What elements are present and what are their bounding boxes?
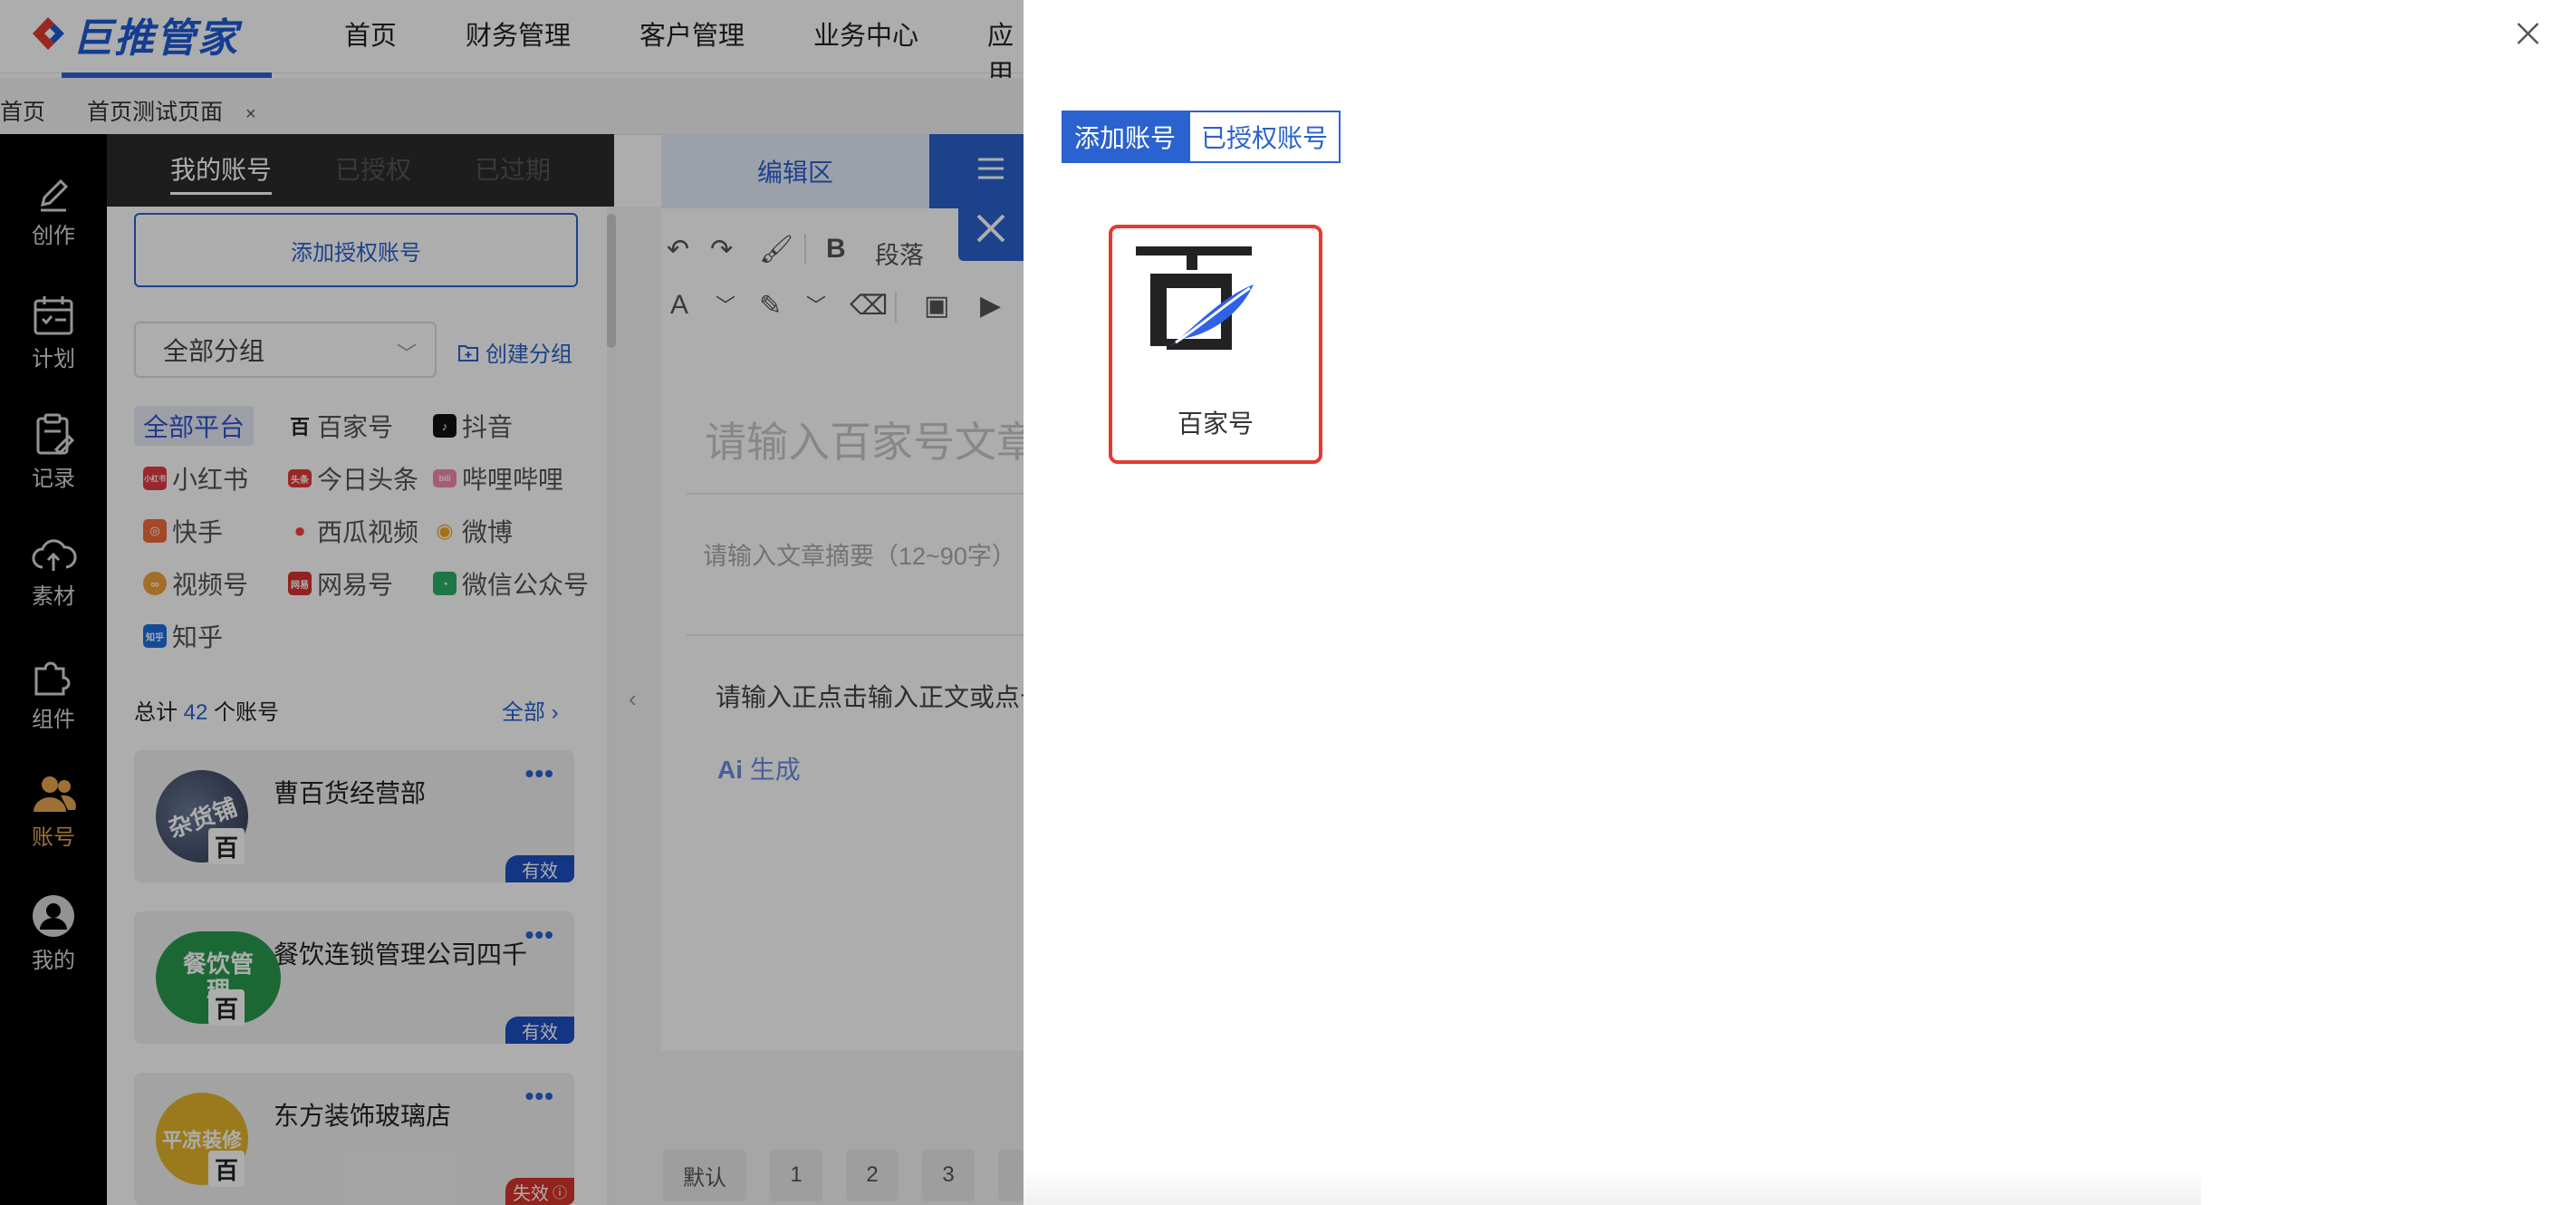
drawer-bottom-shade xyxy=(1024,1169,2201,1205)
modal-backdrop[interactable] xyxy=(0,0,1024,1205)
drawer-close-button[interactable] xyxy=(2509,14,2545,51)
add-account-drawer xyxy=(1024,0,2576,1205)
close-icon xyxy=(2517,23,2539,44)
tab-add-account[interactable]: 添加账号 xyxy=(1062,111,1188,163)
platform-card-label: 百家号 xyxy=(1177,410,1254,438)
baijiahao-logo-icon xyxy=(1136,246,1254,350)
tab-authorized-accounts[interactable]: 已授权账号 xyxy=(1188,111,1341,163)
